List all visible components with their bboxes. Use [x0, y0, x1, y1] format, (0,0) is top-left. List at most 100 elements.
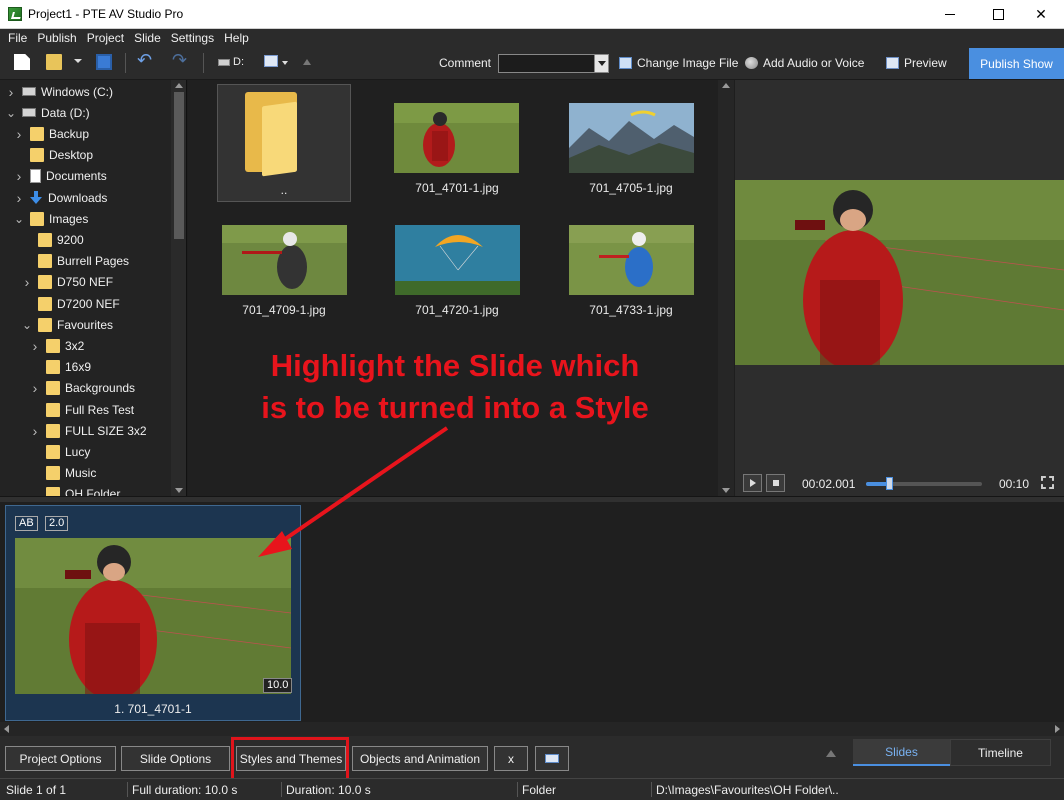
tree-item[interactable]: ⌄ Favourites	[22, 314, 113, 335]
tree-scrollbar[interactable]	[171, 80, 186, 496]
monitor-icon	[545, 754, 559, 763]
chevron-down-icon[interactable]: ⌄	[22, 318, 32, 332]
minimize-button[interactable]	[927, 0, 973, 29]
folder-icon	[46, 360, 60, 375]
fullscreen-icon[interactable]	[1041, 476, 1054, 489]
tab-slides[interactable]: Slides	[853, 739, 950, 766]
tree-item[interactable]: Full Res Test	[30, 399, 134, 420]
tree-item[interactable]: › 3x2	[30, 335, 85, 356]
tree-item[interactable]: › FULL SIZE 3x2	[30, 420, 147, 441]
thumbnail-image	[395, 225, 520, 295]
file-tile[interactable]: 701_4720-1.jpg	[390, 220, 524, 338]
publish-show-button[interactable]: Publish Show	[969, 48, 1064, 79]
open-dropdown-icon[interactable]	[74, 59, 82, 63]
file-tile[interactable]: 701_4701-1.jpg	[390, 84, 524, 202]
undo-icon[interactable]: ↶	[137, 50, 152, 71]
scroll-down-icon[interactable]	[175, 488, 183, 493]
scroll-up-icon[interactable]	[722, 83, 730, 88]
view-mode-icon[interactable]	[264, 55, 278, 67]
tree-item[interactable]: OH Folder	[30, 484, 120, 496]
new-project-icon[interactable]	[14, 54, 30, 70]
project-options-button[interactable]: Project Options	[5, 746, 116, 771]
file-browser-scrollbar[interactable]	[718, 80, 734, 496]
comment-combobox[interactable]	[498, 54, 609, 73]
collapse-up-icon[interactable]	[826, 750, 836, 757]
menu-slide[interactable]: Slide	[130, 31, 167, 45]
close-button[interactable]: ✕	[1018, 0, 1064, 29]
file-name: 701_4720-1.jpg	[415, 303, 499, 317]
chevron-down-icon[interactable]	[594, 55, 608, 72]
add-audio-button[interactable]: Add Audio or Voice	[745, 56, 864, 70]
save-icon[interactable]	[96, 54, 112, 70]
chevron-right-icon[interactable]: ›	[14, 168, 24, 184]
tree-item[interactable]: 9200	[22, 229, 84, 250]
file-tile-parent-folder[interactable]: ..	[217, 84, 351, 202]
up-folder-icon[interactable]	[303, 59, 311, 65]
tab-timeline[interactable]: Timeline	[950, 739, 1051, 766]
ab-badge: AB	[15, 516, 38, 531]
chevron-right-icon[interactable]: ›	[14, 190, 24, 206]
menu-help[interactable]: Help	[220, 31, 255, 45]
scroll-thumb[interactable]	[174, 92, 184, 239]
slide-thumbnail[interactable]: AB 2.0 10.0 1. 701_4701-1	[5, 505, 301, 721]
chevron-right-icon[interactable]: ›	[30, 380, 40, 396]
chevron-right-icon[interactable]: ›	[30, 338, 40, 354]
play-button[interactable]	[743, 474, 762, 492]
maximize-button[interactable]	[975, 0, 1021, 29]
slide-preview-button[interactable]	[535, 746, 569, 771]
tree-item[interactable]: D7200 NEF	[22, 293, 120, 314]
slide-list: AB 2.0 10.0 1. 701_4701-1	[0, 502, 1064, 722]
file-browser: .. 701_4701-1.jpg 701_4705-1.jpg 701_470…	[188, 80, 734, 496]
tree-item[interactable]: › Backgrounds	[30, 378, 135, 399]
drive-icon	[22, 108, 36, 118]
menu-publish[interactable]: Publish	[33, 31, 82, 45]
tree-item[interactable]: › Downloads	[14, 187, 108, 208]
tree-item[interactable]: ⌄ Data (D:)	[6, 102, 90, 123]
menu-settings[interactable]: Settings	[167, 31, 220, 45]
file-tile[interactable]: 701_4709-1.jpg	[217, 220, 351, 338]
objects-and-animation-button[interactable]: Objects and Animation	[352, 746, 488, 771]
chevron-down-icon[interactable]: ⌄	[14, 212, 24, 226]
tree-item[interactable]: Desktop	[14, 145, 93, 166]
tree-item[interactable]: › Backup	[14, 123, 89, 144]
scroll-down-icon[interactable]	[722, 488, 730, 493]
tree-item[interactable]: Burrell Pages	[22, 251, 129, 272]
scroll-right-icon[interactable]	[1055, 725, 1060, 733]
status-type: Folder	[522, 783, 557, 797]
tree-item[interactable]: › Documents	[14, 166, 107, 187]
playback-slider[interactable]	[866, 477, 982, 490]
annotation-line: is to be turned into a Style	[261, 390, 649, 425]
chevron-right-icon[interactable]: ›	[30, 423, 40, 439]
menu-file[interactable]: File	[4, 31, 33, 45]
tree-item[interactable]: › Windows (C:)	[6, 81, 113, 102]
tree-item[interactable]: 16x9	[30, 357, 91, 378]
file-tile[interactable]: 701_4705-1.jpg	[564, 84, 698, 202]
chevron-right-icon[interactable]: ›	[14, 126, 24, 142]
chevron-right-icon[interactable]: ›	[22, 274, 32, 290]
playback-slider-handle[interactable]	[886, 477, 894, 490]
tree-item[interactable]: ⌄ Images	[14, 208, 88, 229]
player-controls: 00:02.001 00:10	[735, 471, 1064, 496]
stop-button[interactable]	[766, 474, 785, 492]
view-dropdown-icon[interactable]	[282, 61, 288, 65]
tree-item[interactable]: › D750 NEF	[22, 272, 113, 293]
comment-label: Comment	[439, 56, 492, 70]
change-image-button[interactable]: Change Image File	[619, 56, 738, 70]
chevron-right-icon[interactable]: ›	[6, 84, 16, 100]
x-button[interactable]: x	[494, 746, 528, 771]
slide-list-scrollbar[interactable]	[0, 722, 1064, 736]
menu-project[interactable]: Project	[83, 31, 130, 45]
slide-options-button[interactable]: Slide Options	[121, 746, 230, 771]
scroll-left-icon[interactable]	[4, 725, 9, 733]
preview-pane: 00:02.001 00:10	[735, 80, 1064, 496]
tree-item[interactable]: Lucy	[30, 441, 90, 462]
tree-item[interactable]: Music	[30, 463, 96, 484]
open-folder-icon[interactable]	[46, 54, 62, 70]
instruction-annotation: Highlight the Slide which is to be turne…	[220, 345, 690, 429]
redo-icon[interactable]: ↷	[172, 50, 187, 71]
scroll-up-icon[interactable]	[175, 83, 183, 88]
drive-selector[interactable]: D:	[218, 56, 244, 68]
preview-button[interactable]: Preview	[886, 56, 947, 70]
chevron-down-icon[interactable]: ⌄	[6, 106, 16, 120]
file-tile[interactable]: 701_4733-1.jpg	[564, 220, 698, 338]
